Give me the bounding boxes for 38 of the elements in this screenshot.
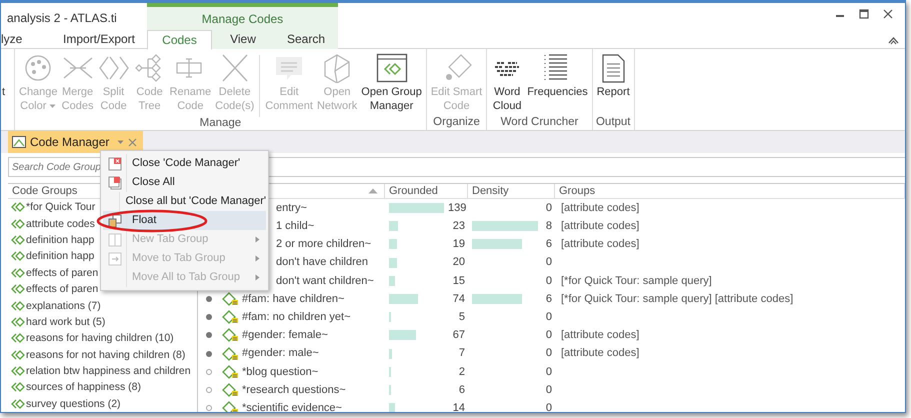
table-cell-text: [attribute codes]: [560, 346, 640, 362]
ribbon-group-label: Manage: [198, 117, 242, 130]
table-cell-text: 0: [544, 364, 553, 380]
table-cell-text: 7: [458, 346, 466, 362]
table-cell-text: 0: [544, 400, 553, 412]
table-cell-text: 2: [458, 364, 466, 380]
table-cell-text: 6: [544, 237, 553, 252]
ribbon-group-label: Word Cruncher: [500, 116, 580, 130]
table-cell-text: 6: [458, 382, 466, 398]
table-cell-text: 0: [544, 274, 553, 289]
window-title: analysis 2 - ATLAS.ti: [6, 10, 118, 27]
table-cell-text: 20: [452, 255, 466, 270]
contextual-tab-label: Manage Codes: [147, 3, 338, 30]
table-cell-text: 15: [452, 274, 466, 289]
table-cell-text: [attribute codes]: [560, 200, 640, 216]
table-cell-text: 67: [452, 328, 466, 344]
table-cell-text: 139: [447, 200, 468, 216]
table-cell-text: 0: [544, 382, 553, 398]
table-cell-text: 0: [544, 310, 553, 325]
table-cell-text: 0: [544, 255, 553, 270]
table-cell-text: [attribute codes]: [560, 237, 640, 252]
table-cell-text: 5: [458, 310, 466, 325]
table-cell-text: [*for Quick Tour: sample query]: [560, 274, 712, 289]
table-cell-text: 14: [452, 400, 466, 412]
table-cell-text: 0: [544, 346, 553, 362]
table-cell-text: 8: [544, 219, 553, 234]
document-tab-label: Code Manager: [30, 134, 110, 151]
table-cell-text: 23: [452, 219, 466, 234]
table-cell-text: 74: [452, 292, 466, 307]
table-cell-text: 19: [452, 237, 466, 252]
table-cell-text: 0: [544, 200, 553, 216]
ribbon-group-label: Output: [594, 116, 632, 130]
table-cell-text: 0: [544, 328, 553, 344]
table-cell-text: [*for Quick Tour: sample query] [attribute codes]: [560, 292, 794, 307]
table-cell-text: [attribute codes]: [560, 328, 640, 344]
ribbon-group-label: Organize: [432, 116, 481, 130]
table-cell-text: [attribute codes]: [560, 219, 640, 234]
table-cell-text: 6: [544, 292, 553, 307]
